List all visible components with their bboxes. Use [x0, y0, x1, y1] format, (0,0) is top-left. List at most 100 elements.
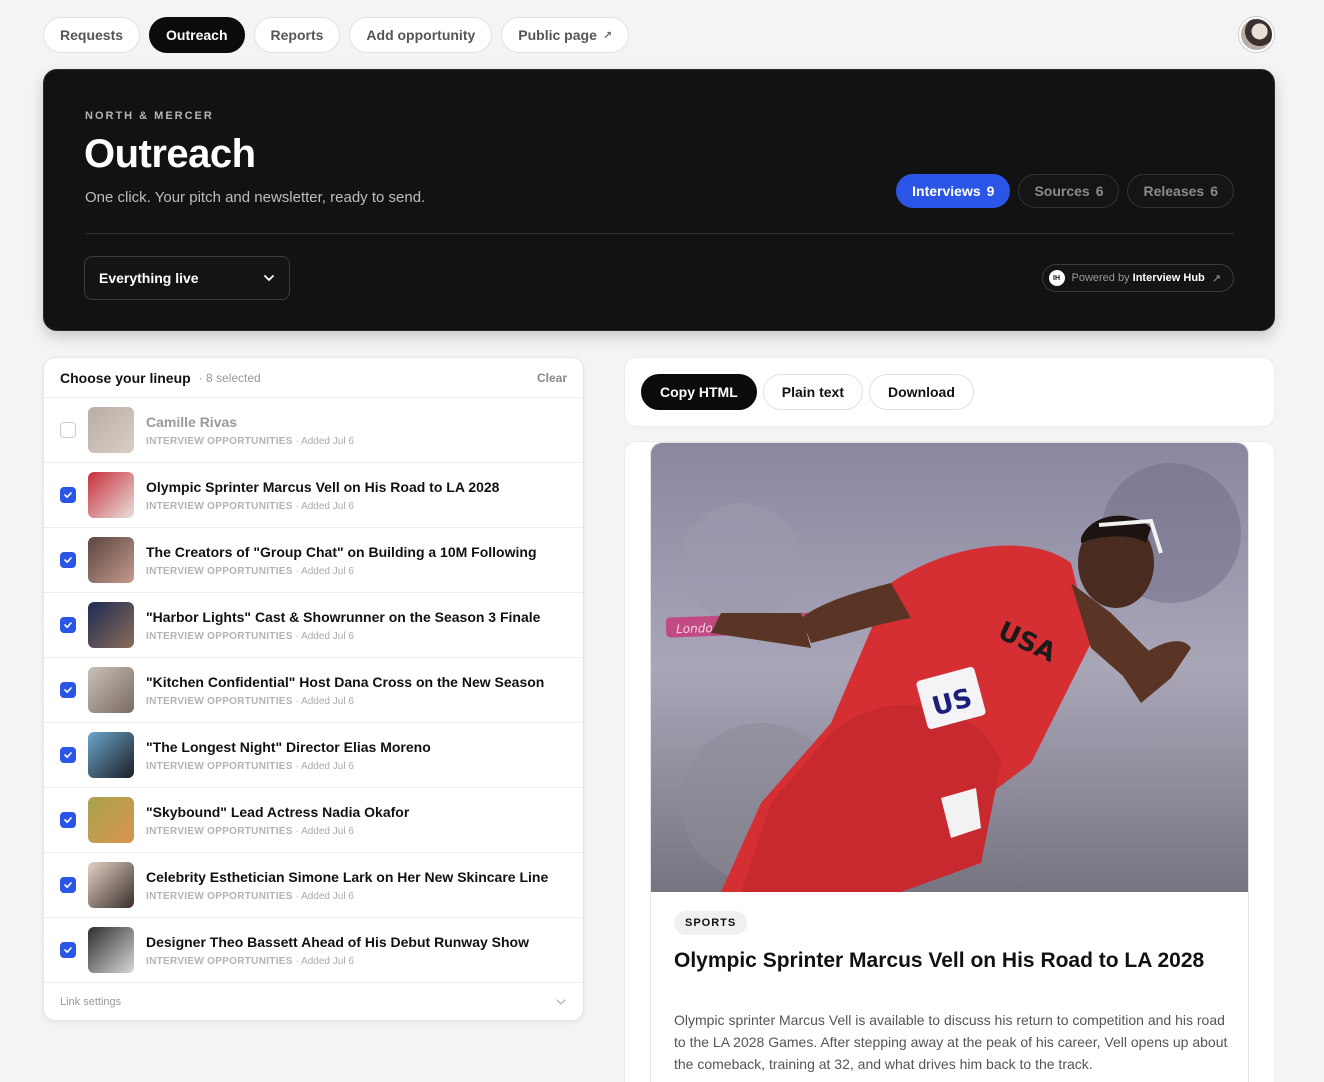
- lineup-item[interactable]: Celebrity Esthetician Simone Lark on Her…: [44, 853, 583, 918]
- copy-html-button[interactable]: Copy HTML: [641, 374, 757, 410]
- lineup-meta: "Kitchen Confidential" Host Dana Cross o…: [146, 674, 544, 707]
- lineup-meta: "The Longest Night" Director Elias Moren…: [146, 739, 431, 772]
- tab-label: Public page: [518, 27, 597, 43]
- tab-label: Requests: [60, 27, 124, 43]
- check-icon: [64, 622, 72, 628]
- lineup-item-category: INTERVIEW OPPORTUNITIES: [146, 630, 293, 642]
- lineup-checkbox[interactable]: [60, 877, 76, 893]
- tab-requests[interactable]: Requests: [43, 17, 141, 53]
- check-icon: [64, 492, 72, 498]
- status-filter-select[interactable]: Everything live: [84, 256, 290, 300]
- page-title: Outreach: [84, 132, 256, 176]
- link-settings-toggle[interactable]: Link settings: [44, 983, 583, 1020]
- lineup-item-date: · Added Jul 6: [295, 695, 354, 707]
- lineup-item[interactable]: "Harbor Lights" Cast & Showrunner on the…: [44, 593, 583, 658]
- sprinter-photo: London 2012 USA US: [651, 443, 1248, 892]
- powered-prefix: Powered by: [1071, 272, 1130, 284]
- lineup-checkbox[interactable]: [60, 682, 76, 698]
- pill-sources[interactable]: Sources 6: [1018, 174, 1120, 208]
- lineup-list: Camille Rivas INTERVIEW OPPORTUNITIES · A…: [44, 398, 583, 983]
- avatar[interactable]: [1239, 17, 1274, 52]
- lineup-thumbnail: [88, 927, 134, 973]
- chevron-down-icon: [556, 999, 566, 1006]
- plain-text-button[interactable]: Plain text: [762, 374, 864, 410]
- lineup-item[interactable]: "Skybound" Lead Actress Nadia Okafor INTE…: [44, 788, 583, 853]
- lineup-checkbox[interactable]: [60, 487, 76, 503]
- pill-label: Releases: [1143, 183, 1205, 199]
- lineup-item-subtitle: INTERVIEW OPPORTUNITIES · Added Jul 6: [146, 631, 540, 642]
- pill-releases[interactable]: Releases 6: [1127, 174, 1234, 208]
- lineup-item[interactable]: Olympic Sprinter Marcus Vell on His Road…: [44, 463, 583, 528]
- selected-count: · 8 selected: [198, 370, 261, 385]
- powered-by-badge[interactable]: IH Powered by Interview Hub ↗: [1041, 264, 1234, 292]
- category-tag: SPORTS: [674, 911, 748, 935]
- external-link-icon: ↗: [602, 29, 613, 42]
- article-card: London 2012 USA US SPORTS Olympic Sprint…: [650, 442, 1249, 1082]
- lineup-panel: Choose your lineup · 8 selected Clear Ca…: [43, 357, 584, 1021]
- lineup-item-category: INTERVIEW OPPORTUNITIES: [146, 500, 293, 512]
- lineup-item-date: · Added Jul 6: [295, 565, 354, 577]
- lineup-item-date: · Added Jul 6: [295, 760, 354, 772]
- lineup-item-date: · Added Jul 6: [295, 825, 354, 837]
- pill-count: 6: [1095, 183, 1104, 199]
- lineup-thumbnail: [88, 667, 134, 713]
- tab-reports[interactable]: Reports: [253, 17, 341, 53]
- lineup-thumbnail: [88, 732, 134, 778]
- lineup-item-category: INTERVIEW OPPORTUNITIES: [146, 955, 293, 967]
- pill-count: 9: [986, 183, 995, 199]
- chevron-down-icon: [264, 275, 274, 281]
- lineup-checkbox[interactable]: [60, 747, 76, 763]
- tab-label: Reports: [270, 27, 324, 43]
- lineup-checkbox[interactable]: [60, 942, 76, 958]
- pill-label: Sources: [1034, 183, 1090, 199]
- pill-interviews[interactable]: Interviews 9: [896, 174, 1011, 208]
- clear-button[interactable]: Clear: [537, 371, 567, 385]
- lineup-thumbnail: [88, 797, 134, 843]
- download-button[interactable]: Download: [869, 374, 974, 410]
- interview-hub-logo: IH: [1048, 270, 1065, 286]
- lineup-item-category: INTERVIEW OPPORTUNITIES: [146, 565, 293, 577]
- lineup-item-subtitle: INTERVIEW OPPORTUNITIES · Added Jul 6: [146, 761, 431, 772]
- lineup-checkbox[interactable]: [60, 552, 76, 568]
- page-subtitle: One click. Your pitch and newsletter, re…: [85, 189, 426, 206]
- lineup-item-subtitle: INTERVIEW OPPORTUNITIES · Added Jul 6: [146, 891, 548, 902]
- hero-panel: NORTH & MERCER Outreach One click. Your …: [43, 69, 1275, 331]
- lineup-item[interactable]: "Kitchen Confidential" Host Dana Cross o…: [44, 658, 583, 723]
- lineup-thumbnail: [88, 407, 134, 453]
- article-title: Olympic Sprinter Marcus Vell on His Road…: [674, 949, 1205, 972]
- lineup-checkbox[interactable]: [60, 617, 76, 633]
- type-filter-pills: Interviews 9 Sources 6 Releases 6: [896, 174, 1234, 208]
- powered-brand: Interview Hub: [1132, 272, 1205, 284]
- check-icon: [64, 817, 72, 823]
- lineup-item[interactable]: Designer Theo Bassett Ahead of His Debut…: [44, 918, 583, 983]
- lineup-thumbnail: [88, 537, 134, 583]
- lineup-item-title: "Kitchen Confidential" Host Dana Cross o…: [146, 673, 545, 690]
- tab-add-opportunity[interactable]: Add opportunity: [349, 17, 493, 53]
- divider: [85, 233, 1234, 234]
- tab-public-page[interactable]: Public page ↗: [501, 17, 630, 53]
- lineup-item[interactable]: Camille Rivas INTERVIEW OPPORTUNITIES · A…: [44, 398, 583, 463]
- pill-label: Interviews: [912, 183, 981, 199]
- lineup-item-date: · Added Jul 6: [295, 630, 354, 642]
- lineup-meta: The Creators of "Group Chat" on Building…: [146, 544, 537, 577]
- lineup-item-date: · Added Jul 6: [295, 890, 354, 902]
- lineup-meta: Camille Rivas INTERVIEW OPPORTUNITIES · A…: [146, 414, 354, 447]
- lineup-item[interactable]: The Creators of "Group Chat" on Building…: [44, 528, 583, 593]
- check-icon: [64, 557, 72, 563]
- lineup-item-category: INTERVIEW OPPORTUNITIES: [146, 695, 293, 707]
- lineup-item-subtitle: INTERVIEW OPPORTUNITIES · Added Jul 6: [146, 501, 499, 512]
- export-actions: Copy HTML Plain text Download: [624, 357, 1275, 427]
- lineup-checkbox[interactable]: [60, 812, 76, 828]
- lineup-item-title: The Creators of "Group Chat" on Building…: [146, 543, 537, 560]
- top-nav: Requests Outreach Reports Add opportunit…: [43, 17, 630, 53]
- tab-outreach[interactable]: Outreach: [149, 17, 245, 53]
- lineup-item-category: INTERVIEW OPPORTUNITIES: [146, 760, 293, 772]
- lineup-item[interactable]: "The Longest Night" Director Elias Moren…: [44, 723, 583, 788]
- lineup-item-category: INTERVIEW OPPORTUNITIES: [146, 890, 293, 902]
- lineup-header: Choose your lineup · 8 selected Clear: [44, 358, 583, 398]
- lineup-checkbox[interactable]: [60, 422, 76, 438]
- lineup-item-subtitle: INTERVIEW OPPORTUNITIES · Added Jul 6: [146, 826, 409, 837]
- lineup-item-category: INTERVIEW OPPORTUNITIES: [146, 435, 293, 447]
- lineup-thumbnail: [88, 602, 134, 648]
- lineup-item-title: "The Longest Night" Director Elias Moren…: [146, 738, 431, 755]
